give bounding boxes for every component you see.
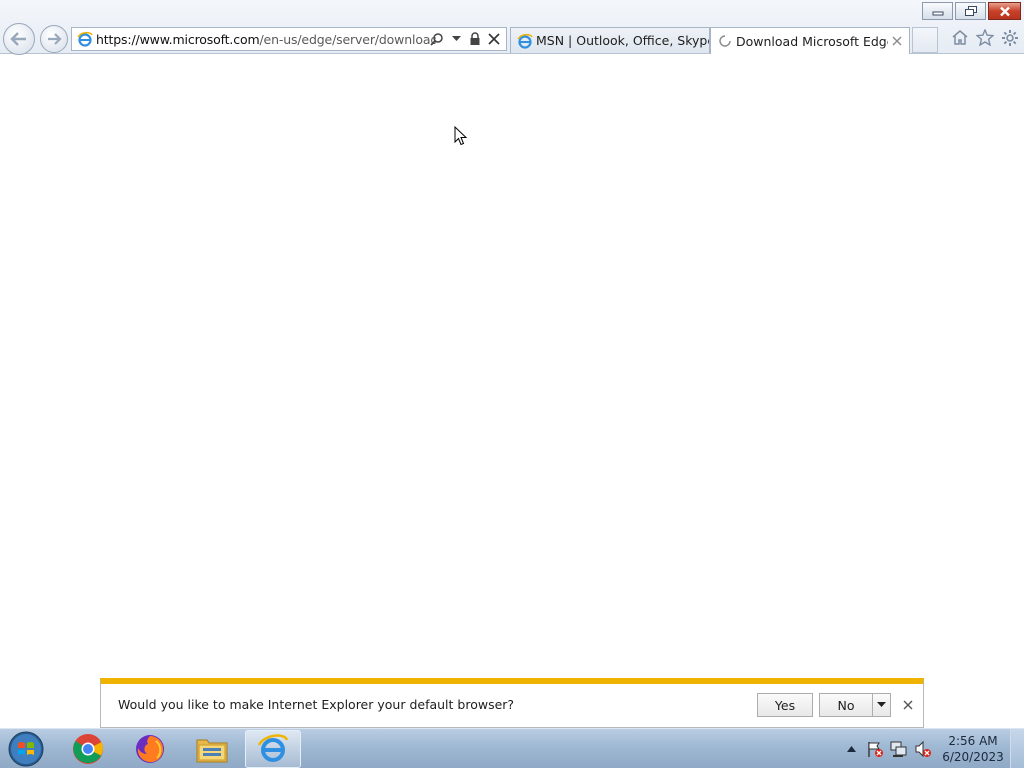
address-bar[interactable]: https://www.microsoft.com/en-us/edge/ser… — [71, 27, 507, 51]
forward-button[interactable] — [40, 25, 68, 53]
taskbar-chrome-button[interactable] — [60, 730, 116, 768]
minimize-button[interactable] — [922, 2, 953, 20]
action-center-flag-icon[interactable] — [866, 740, 884, 758]
clock-time: 2:56 AM — [948, 734, 998, 748]
system-tray — [842, 733, 932, 765]
no-options-dropdown[interactable] — [872, 693, 891, 717]
restore-button[interactable] — [955, 2, 986, 20]
taskbar-firefox-button[interactable] — [122, 730, 178, 768]
internet-explorer-icon — [257, 734, 289, 762]
settings-gear-icon[interactable] — [999, 27, 1020, 48]
tab-msn[interactable]: MSN | Outlook, Office, Skype, ... — [510, 27, 710, 53]
tab-download-edge[interactable]: Download Microsoft Edge — [710, 27, 910, 54]
taskbar-clock[interactable]: 2:56 AM 6/20/2023 — [940, 733, 1006, 765]
firefox-icon — [136, 735, 164, 763]
network-icon[interactable] — [890, 740, 908, 758]
default-browser-notification: Would you like to make Internet Explorer… — [100, 678, 924, 728]
chrome-icon — [73, 734, 103, 764]
favorites-star-icon[interactable] — [974, 27, 995, 48]
mouse-cursor-icon — [454, 125, 468, 149]
ie-page-icon — [74, 28, 96, 50]
ie-icon — [514, 33, 536, 49]
address-tools — [429, 31, 502, 47]
notification-message: Would you like to make Internet Explorer… — [118, 697, 515, 712]
toolbar-right — [949, 27, 1020, 48]
taskbar-internet-explorer-button[interactable] — [245, 730, 301, 768]
taskbar-file-explorer-button[interactable] — [184, 730, 240, 768]
url-host: https://www.microsoft.com — [96, 31, 260, 47]
clock-date: 6/20/2023 — [942, 750, 1004, 764]
start-button[interactable] — [6, 731, 46, 767]
loading-icon — [714, 34, 736, 48]
back-button[interactable] — [3, 23, 35, 55]
url-path: /en-us/edge/server/download?form — [259, 31, 437, 47]
chevron-down-icon — [877, 702, 886, 707]
browser-chrome: https://www.microsoft.com/en-us/edge/ser… — [0, 0, 1024, 55]
taskbar: 2:56 AM 6/20/2023 — [0, 728, 1024, 768]
volume-muted-icon[interactable] — [914, 740, 932, 758]
stop-icon[interactable] — [486, 31, 502, 47]
tab-label: Download Microsoft Edge — [736, 33, 888, 49]
back-arrow-icon — [10, 32, 26, 46]
lock-icon[interactable] — [467, 31, 483, 47]
dropdown-arrow-icon[interactable] — [448, 31, 464, 47]
forward-arrow-icon — [48, 33, 62, 45]
close-window-button[interactable] — [988, 2, 1021, 20]
new-tab-button[interactable] — [912, 27, 938, 53]
close-notification-icon[interactable] — [901, 698, 915, 712]
search-icon[interactable] — [429, 31, 445, 47]
windows-logo-icon — [8, 731, 44, 767]
window-caption-buttons — [922, 2, 1021, 20]
file-explorer-icon — [196, 739, 228, 763]
url-text: https://www.microsoft.com/en-us/edge/ser… — [96, 32, 436, 47]
home-icon[interactable] — [949, 27, 970, 48]
no-button[interactable]: No — [819, 693, 873, 717]
close-tab-icon[interactable] — [888, 32, 906, 50]
page-content-area[interactable] — [0, 55, 1024, 728]
show-hidden-icons-icon[interactable] — [842, 740, 860, 758]
tab-label: MSN | Outlook, Office, Skype, ... — [536, 33, 709, 48]
show-desktop-button[interactable] — [1010, 729, 1024, 768]
yes-button[interactable]: Yes — [757, 693, 813, 717]
